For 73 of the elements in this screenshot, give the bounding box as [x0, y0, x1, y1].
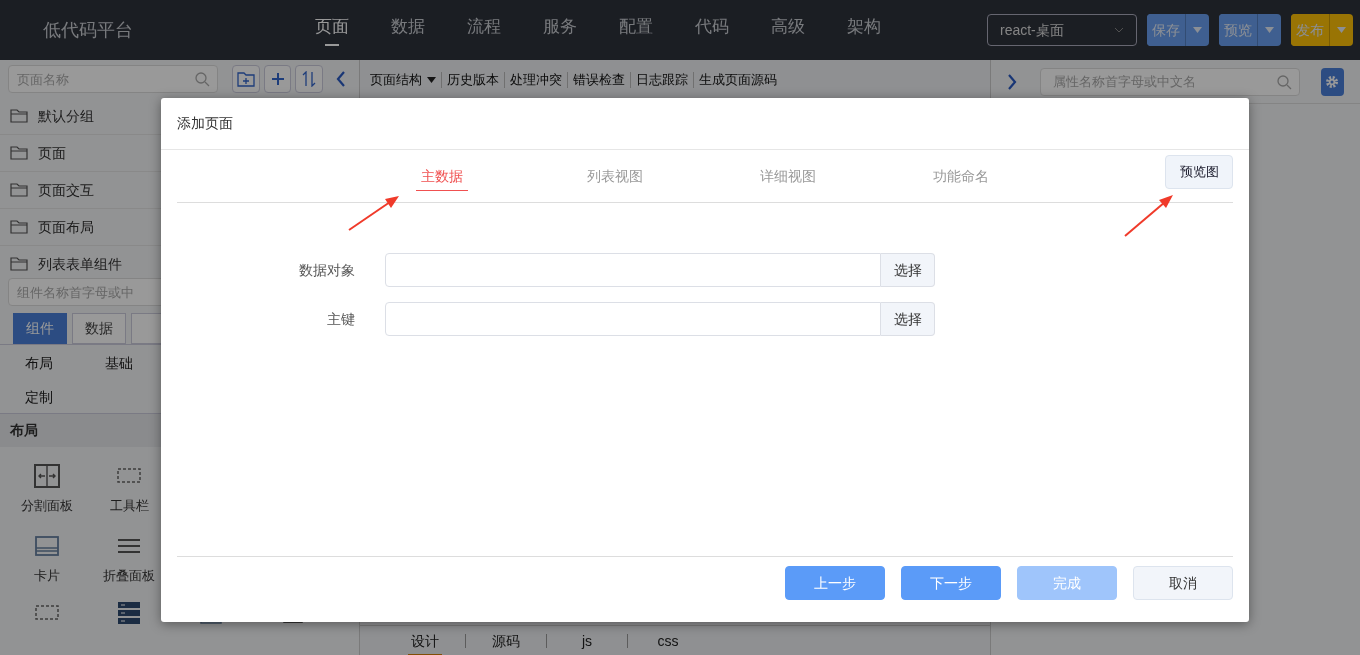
- chevron-right-icon: [1007, 73, 1017, 90]
- step-tab[interactable]: 详细视图: [754, 161, 821, 191]
- component-item[interactable]: 折叠面板: [88, 533, 170, 585]
- folder-icon: [10, 109, 28, 123]
- step-tab[interactable]: 列表视图: [581, 161, 648, 191]
- nav-tab[interactable]: 架构: [826, 0, 902, 60]
- settings-icon: [1325, 74, 1340, 89]
- add-folder-button[interactable]: [232, 65, 260, 93]
- step-tab[interactable]: 功能命名: [927, 161, 994, 191]
- annotation-arrow: [348, 196, 399, 231]
- editor-tab[interactable]: 源码: [489, 628, 523, 655]
- editor-tab[interactable]: 设计: [408, 628, 442, 655]
- folder-icon: [10, 183, 28, 197]
- nav-tab[interactable]: 服务: [522, 0, 598, 60]
- field-label: 主键: [327, 309, 355, 329]
- chevron-left-icon: [336, 71, 347, 87]
- caret-icon: [1193, 27, 1202, 33]
- category-link[interactable]: 定制: [25, 386, 53, 408]
- dashed-rectangle-icon: [117, 468, 141, 484]
- category-link[interactable]: 基础: [105, 352, 133, 374]
- dialog-title: 添加页面: [177, 114, 233, 133]
- plus-icon: [271, 73, 284, 85]
- folder-icon: [10, 220, 28, 234]
- folder-plus-icon: [236, 71, 255, 87]
- dashed-rectangle-icon: [35, 605, 59, 621]
- preview-button[interactable]: 预览图: [1165, 155, 1233, 189]
- app-title: 低代码平台: [43, 19, 133, 40]
- split-panel-icon: [34, 464, 60, 488]
- toolbar-button[interactable]: 错误检查: [573, 69, 625, 90]
- search-icon: [194, 71, 210, 87]
- panel-tab[interactable]: 组件: [13, 313, 67, 344]
- nav-tab[interactable]: 页面: [294, 0, 370, 60]
- nav-tab[interactable]: 代码: [674, 0, 750, 60]
- field-label: 数据对象: [299, 260, 355, 280]
- annotation-arrow: [1124, 195, 1173, 237]
- caret-icon: [1337, 27, 1346, 33]
- step-tab[interactable]: 主数据: [415, 161, 468, 191]
- sort-button[interactable]: [295, 65, 324, 93]
- folder-icon: [10, 257, 28, 271]
- input-field[interactable]: [385, 253, 881, 287]
- component-item[interactable]: 工具栏: [88, 464, 170, 516]
- editor-tab[interactable]: css: [654, 628, 682, 655]
- select-button[interactable]: 选择: [881, 302, 935, 336]
- caret-icon: [1265, 27, 1274, 33]
- component-item[interactable]: 分割面板: [6, 464, 88, 516]
- editor-tab[interactable]: js: [578, 628, 596, 655]
- toolbar-button[interactable]: 日志跟踪: [636, 69, 688, 90]
- category-link[interactable]: 布局: [25, 352, 53, 374]
- dialog-button[interactable]: 取消: [1133, 566, 1233, 600]
- input-field[interactable]: [385, 302, 881, 336]
- list-icon: [118, 602, 140, 624]
- chevron-down-icon: [1114, 27, 1124, 33]
- section-header: 布局: [10, 421, 38, 440]
- search-icon: [1275, 73, 1292, 90]
- toolbar-button[interactable]: 处理冲突: [510, 69, 562, 90]
- settings-button[interactable]: [1320, 67, 1344, 96]
- add-button[interactable]: [263, 65, 292, 93]
- nav-tab[interactable]: 数据: [370, 0, 446, 60]
- nav-tab[interactable]: 高级: [750, 0, 826, 60]
- nav-tab[interactable]: 配置: [598, 0, 674, 60]
- platform-select[interactable]: react-桌面: [987, 14, 1137, 46]
- folder-icon: [10, 146, 28, 160]
- panel-tab[interactable]: 数据: [72, 313, 126, 344]
- nav-tab[interactable]: 流程: [446, 0, 522, 60]
- lines-icon: [117, 537, 141, 554]
- card-icon: [35, 535, 59, 556]
- toolbar-button[interactable]: 历史版本: [447, 69, 499, 90]
- toolbar-button[interactable]: 页面结构: [370, 69, 436, 90]
- select-button[interactable]: 选择: [881, 253, 935, 287]
- caret-icon: [427, 76, 436, 83]
- sort-icon: [302, 71, 317, 87]
- toolbar-button[interactable]: 生成页面源码: [699, 69, 777, 90]
- component-item[interactable]: 卡片: [6, 533, 88, 585]
